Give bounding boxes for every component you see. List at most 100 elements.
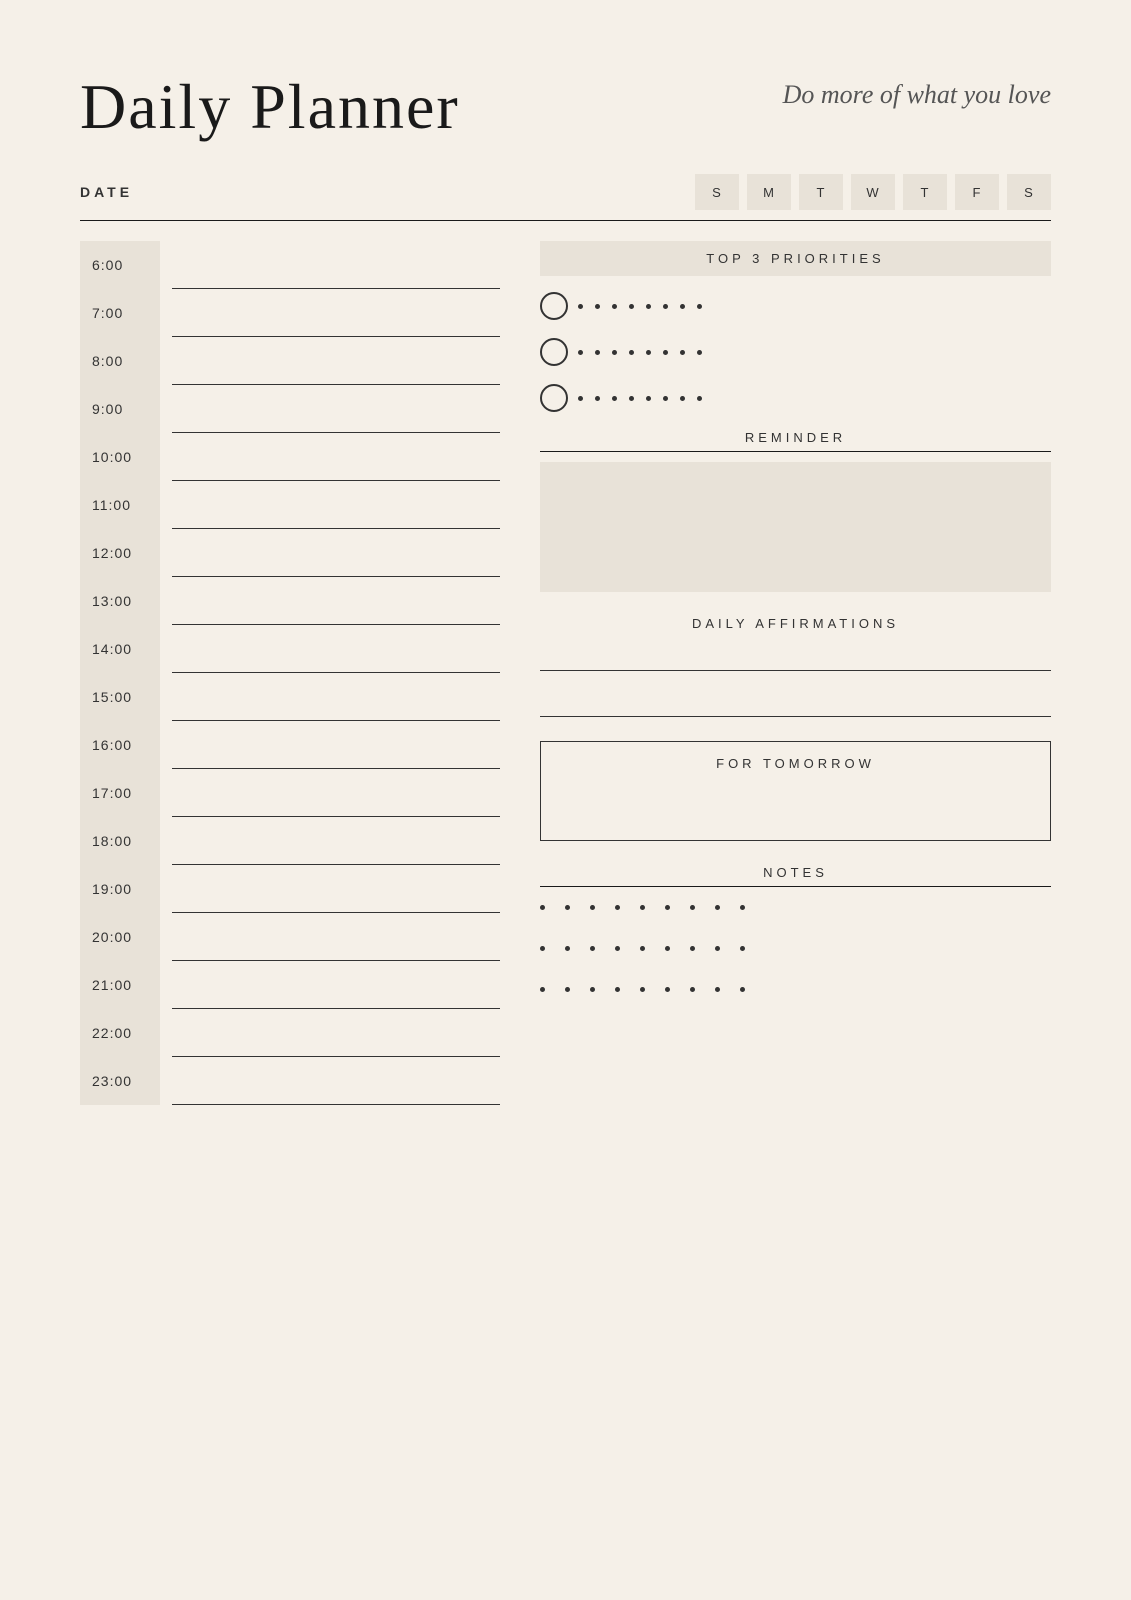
day-s2[interactable]: S bbox=[1007, 174, 1051, 210]
dot bbox=[715, 905, 720, 910]
time-area-2200[interactable] bbox=[172, 1009, 500, 1057]
dot bbox=[629, 304, 634, 309]
time-area-1400[interactable] bbox=[172, 625, 500, 673]
time-area-2100[interactable] bbox=[172, 961, 500, 1009]
time-area-1700[interactable] bbox=[172, 769, 500, 817]
day-s1[interactable]: S bbox=[695, 174, 739, 210]
affirmation-line-1[interactable] bbox=[540, 647, 1051, 671]
reminder-box[interactable] bbox=[540, 462, 1051, 592]
time-area-1800[interactable] bbox=[172, 817, 500, 865]
priority-circle-2[interactable] bbox=[540, 338, 568, 366]
page-subtitle: Do more of what you love bbox=[783, 80, 1051, 110]
day-t2[interactable]: T bbox=[903, 174, 947, 210]
priority-circle-3[interactable] bbox=[540, 384, 568, 412]
time-block-2100: 21:00 bbox=[80, 961, 500, 1009]
title-area: Daily Planner bbox=[80, 70, 460, 144]
dot bbox=[578, 396, 583, 401]
priority-dots-1 bbox=[578, 304, 1051, 309]
dot bbox=[663, 396, 668, 401]
subtitle-area: Do more of what you love bbox=[783, 70, 1051, 110]
dot bbox=[697, 396, 702, 401]
priority-dots-3 bbox=[578, 396, 1051, 401]
time-block-1700: 17:00 bbox=[80, 769, 500, 817]
dot bbox=[680, 350, 685, 355]
time-block-700: 7:00 bbox=[80, 289, 500, 337]
dot bbox=[612, 396, 617, 401]
dot bbox=[595, 396, 600, 401]
time-label-1000: 10:00 bbox=[80, 433, 160, 481]
affirmations-section: DAILY AFFIRMATIONS bbox=[540, 616, 1051, 717]
time-area-900[interactable] bbox=[172, 385, 500, 433]
priorities-header: TOP 3 PRIORITIES bbox=[540, 241, 1051, 276]
dot bbox=[665, 905, 670, 910]
priority-item-2 bbox=[540, 338, 1051, 366]
time-area-1100[interactable] bbox=[172, 481, 500, 529]
days-row: S M T W T F S bbox=[695, 174, 1051, 210]
time-label-2100: 21:00 bbox=[80, 961, 160, 1009]
dot bbox=[612, 304, 617, 309]
main-content: 6:00 7:00 8:00 9:00 10:00 11:00 bbox=[80, 241, 1051, 1105]
time-block-1000: 10:00 bbox=[80, 433, 500, 481]
time-block-1300: 13:00 bbox=[80, 577, 500, 625]
time-label-800: 8:00 bbox=[80, 337, 160, 385]
dot bbox=[690, 987, 695, 992]
time-area-1200[interactable] bbox=[172, 529, 500, 577]
dot bbox=[540, 987, 545, 992]
dot bbox=[663, 304, 668, 309]
dot bbox=[740, 946, 745, 951]
priority-circle-1[interactable] bbox=[540, 292, 568, 320]
date-row: DATE S M T W T F S bbox=[80, 174, 1051, 210]
dot bbox=[640, 905, 645, 910]
time-area-700[interactable] bbox=[172, 289, 500, 337]
time-area-1500[interactable] bbox=[172, 673, 500, 721]
dot bbox=[646, 350, 651, 355]
time-block-800: 8:00 bbox=[80, 337, 500, 385]
time-block-1200: 12:00 bbox=[80, 529, 500, 577]
day-m[interactable]: M bbox=[747, 174, 791, 210]
reminder-label: REMINDER bbox=[540, 430, 1051, 445]
time-area-800[interactable] bbox=[172, 337, 500, 385]
affirmations-label: DAILY AFFIRMATIONS bbox=[540, 616, 1051, 631]
dot bbox=[690, 946, 695, 951]
time-area-1300[interactable] bbox=[172, 577, 500, 625]
time-block-1600: 16:00 bbox=[80, 721, 500, 769]
time-block-1400: 14:00 bbox=[80, 625, 500, 673]
affirmation-line-2[interactable] bbox=[540, 693, 1051, 717]
dot bbox=[697, 304, 702, 309]
dot bbox=[578, 304, 583, 309]
dot bbox=[640, 987, 645, 992]
time-area-2300[interactable] bbox=[172, 1057, 500, 1105]
dot bbox=[740, 905, 745, 910]
day-f[interactable]: F bbox=[955, 174, 999, 210]
planner-page: Daily Planner Do more of what you love D… bbox=[0, 0, 1131, 1600]
time-label-2300: 23:00 bbox=[80, 1057, 160, 1105]
dot bbox=[715, 987, 720, 992]
time-area-1900[interactable] bbox=[172, 865, 500, 913]
dot bbox=[640, 946, 645, 951]
dot bbox=[590, 946, 595, 951]
schedule-column: 6:00 7:00 8:00 9:00 10:00 11:00 bbox=[80, 241, 500, 1105]
dot bbox=[646, 304, 651, 309]
day-t1[interactable]: T bbox=[799, 174, 843, 210]
time-area-2000[interactable] bbox=[172, 913, 500, 961]
dot bbox=[680, 396, 685, 401]
for-tomorrow-box[interactable]: FOR TOMORROW bbox=[540, 741, 1051, 841]
date-label: DATE bbox=[80, 184, 133, 200]
right-column: TOP 3 PRIORITIES bbox=[540, 241, 1051, 1105]
dot bbox=[715, 946, 720, 951]
time-area-1000[interactable] bbox=[172, 433, 500, 481]
dot bbox=[697, 350, 702, 355]
dot bbox=[629, 396, 634, 401]
time-area-600[interactable] bbox=[172, 241, 500, 289]
dot bbox=[578, 350, 583, 355]
time-area-1600[interactable] bbox=[172, 721, 500, 769]
dot bbox=[665, 987, 670, 992]
header: Daily Planner Do more of what you love bbox=[80, 70, 1051, 144]
time-block-2200: 22:00 bbox=[80, 1009, 500, 1057]
time-block-1100: 11:00 bbox=[80, 481, 500, 529]
priority-item-3 bbox=[540, 384, 1051, 412]
dot bbox=[690, 905, 695, 910]
reminder-divider bbox=[540, 451, 1051, 452]
day-w[interactable]: W bbox=[851, 174, 895, 210]
dot bbox=[665, 946, 670, 951]
